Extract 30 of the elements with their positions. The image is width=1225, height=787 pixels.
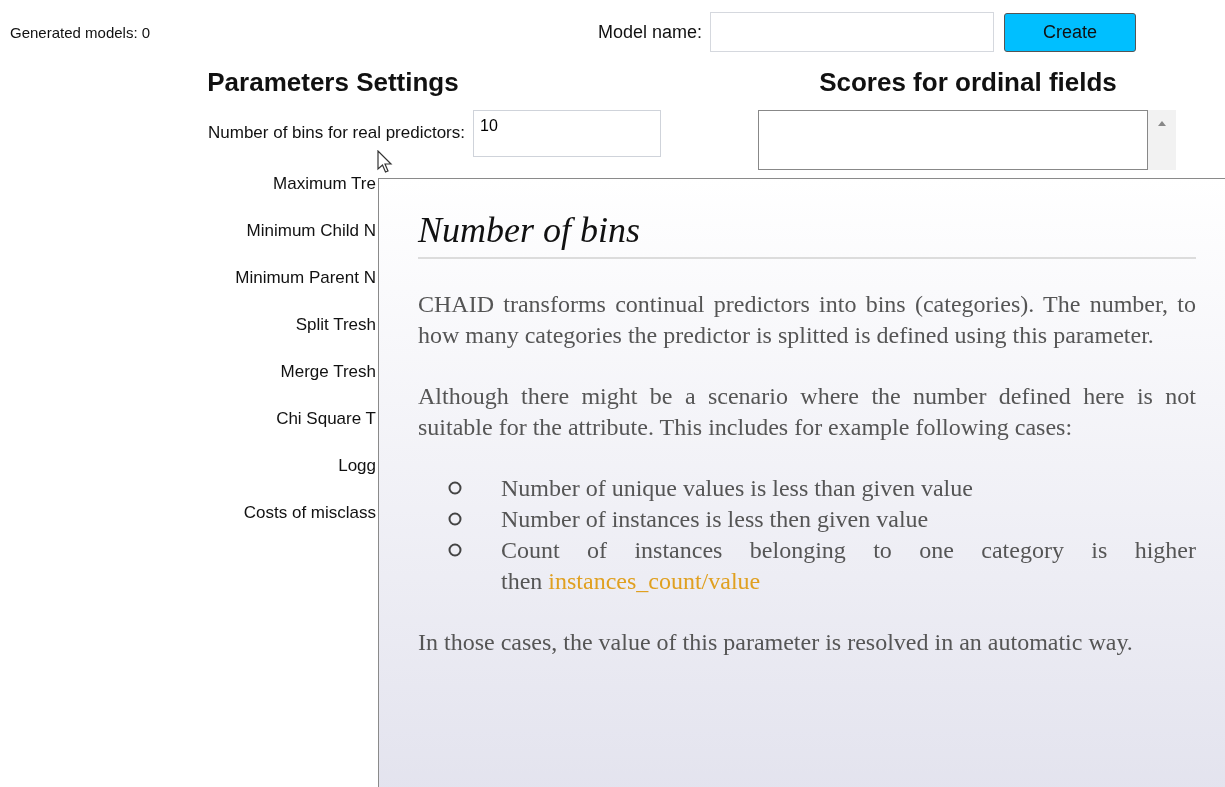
parameter-label: Split Tresh <box>294 314 376 335</box>
parameter-label: Logg <box>337 455 376 476</box>
bullet-text: Number of instances is less then given value <box>501 505 930 534</box>
parameter-label: Chi Square T <box>275 408 376 429</box>
tooltip-paragraph: CHAID transforms continual predictors into bins (categories). The number, to how many categories the predictor is splitted is defined using this parameter. <box>418 290 1196 350</box>
model-name-field[interactable] <box>710 12 995 52</box>
parameter-label: Merge Tresh <box>279 361 376 382</box>
create-button[interactable]: Create <box>1004 12 1137 52</box>
model-name-label: Model name: <box>598 21 703 43</box>
parameter-label: Costs of misclass <box>242 502 376 523</box>
bullet-icon <box>448 543 462 557</box>
parameter-field[interactable]: 10 <box>473 109 661 157</box>
mouse-pointer-icon <box>377 150 393 174</box>
bullet-icon <box>448 481 462 495</box>
parameters-heading: Parameters Settings <box>206 66 460 99</box>
tooltip-paragraph: In those cases, the value of this parameter is resolved in an automatic way. <box>418 628 1134 657</box>
tooltip-paragraph: Although there might be a scenario where the number defined here is not suitable for the attribute. This includes for example following cases: <box>418 382 1196 442</box>
scores-heading: Scores for ordinal fields <box>818 66 1118 99</box>
parameter-label: Minimum Parent N <box>234 267 376 288</box>
parameter-label: Maximum Tre <box>272 173 376 194</box>
bullet-text: Number of unique values is less than given value <box>501 474 974 503</box>
generated-models-count: Generated models: 0 <box>10 23 152 41</box>
scrollbar[interactable] <box>1148 110 1176 170</box>
bullet-text: Count of instances belonging to one category is higher then instances_count/value <box>501 536 1196 596</box>
tooltip-title: Number of bins <box>418 209 1196 259</box>
parameter-label: Minimum Child N <box>245 220 376 241</box>
bullet-icon <box>448 512 462 526</box>
scroll-up-icon[interactable] <box>1157 120 1167 126</box>
scores-list[interactable] <box>758 110 1148 170</box>
parameter-label: Number of bins for real predictors: <box>207 123 465 143</box>
